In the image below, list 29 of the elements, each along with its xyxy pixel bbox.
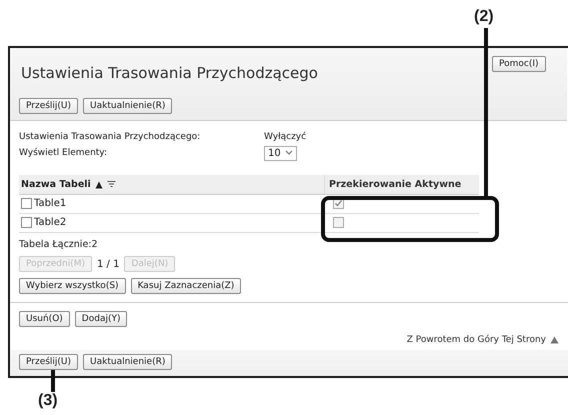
filter-icon[interactable] bbox=[106, 180, 116, 188]
back-to-top-link[interactable]: Z Powrotem do Góry Tej Strony bbox=[406, 335, 546, 345]
checkbox[interactable] bbox=[332, 217, 344, 228]
help-button[interactable]: Pomoc(I) bbox=[492, 56, 546, 72]
page-title: Ustawienia Trasowania Przychodzącego bbox=[21, 64, 318, 82]
selection-button[interactable]: Wybierz wszystko(S) bbox=[19, 278, 126, 294]
page-indicator: 1 / 1 bbox=[97, 258, 120, 270]
setting-label: Ustawienia Trasowania Przychodzącego: bbox=[19, 132, 202, 142]
sort-ascending-icon[interactable] bbox=[94, 180, 103, 188]
up-triangle-icon[interactable] bbox=[550, 336, 559, 344]
chevron-icon bbox=[284, 150, 293, 156]
callout-number: (3) bbox=[38, 392, 58, 410]
action-button[interactable]: Dodaj(Y) bbox=[74, 311, 128, 327]
table-name: Table2 bbox=[34, 218, 66, 229]
toolbar-button[interactable]: Prześlij(U) bbox=[19, 354, 78, 370]
checkbox[interactable] bbox=[21, 198, 32, 210]
column-header[interactable]: Nazwa Tabeli bbox=[21, 179, 91, 190]
checkbox[interactable] bbox=[21, 217, 32, 228]
toolbar-button[interactable]: Uaktualnienie(R) bbox=[83, 354, 172, 370]
toolbar-button[interactable]: Prześlij(U) bbox=[19, 98, 78, 114]
items-dropdown[interactable]: 10 bbox=[264, 146, 297, 160]
selection-button[interactable]: Kasuj Zaznaczenia(Z) bbox=[130, 278, 242, 294]
toolbar-button[interactable]: Uaktualnienie(R) bbox=[83, 98, 172, 114]
setting-label: Wyświetl Elementy: bbox=[19, 148, 108, 158]
action-button[interactable]: Usuń(O) bbox=[19, 311, 70, 327]
table-total: Tabela Łącznie:2 bbox=[19, 239, 98, 250]
table-name: Table1 bbox=[34, 198, 66, 210]
setting-value: Wyłączyć bbox=[264, 132, 306, 142]
callout-number: (2) bbox=[474, 8, 494, 26]
